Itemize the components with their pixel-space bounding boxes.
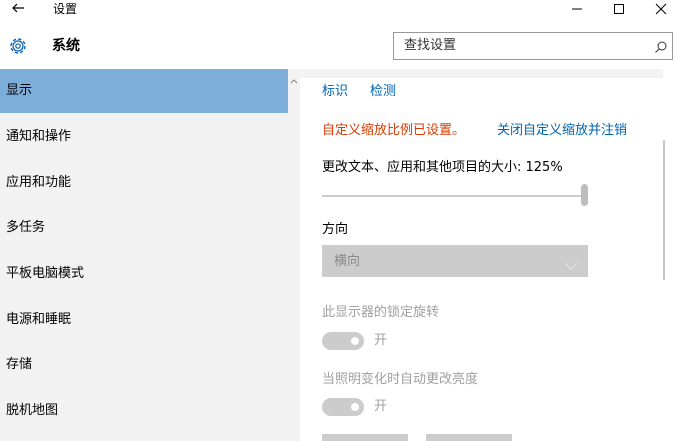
sidebar-item-label: 脱机地图 xyxy=(6,403,59,418)
sidebar-item-label: 显示 xyxy=(6,83,33,98)
scroll-up-arrow-icon[interactable] xyxy=(289,70,299,84)
auto-brightness-label: 当照明变化时自动更改亮度 xyxy=(322,372,479,387)
display-preview-strip xyxy=(300,69,663,78)
minimize-button[interactable] xyxy=(561,0,593,24)
title-bar: 设置 xyxy=(0,0,676,30)
identify-link[interactable]: 标识 xyxy=(322,83,348,100)
search-icon[interactable] xyxy=(654,39,668,53)
sidebar: 显示 通知和操作 应用和功能 多任务 平板电脑模式 电源和睡眠 存储 脱机地图 xyxy=(0,69,288,441)
scale-label: 更改文本、应用和其他项目的大小: 125% xyxy=(322,160,563,175)
detect-link[interactable]: 检测 xyxy=(370,83,396,100)
sidebar-item-label: 多任务 xyxy=(6,220,46,235)
cancel-button[interactable] xyxy=(426,434,512,441)
rotation-lock-toggle[interactable] xyxy=(322,332,364,350)
search-input[interactable]: 查找设置 xyxy=(393,32,673,60)
toggle-knob xyxy=(351,403,359,411)
rotation-lock-state: 开 xyxy=(374,333,388,348)
content-scrollbar[interactable] xyxy=(663,140,665,280)
orientation-label: 方向 xyxy=(322,222,349,237)
custom-scaling-warning: 自定义缩放比例已设置。 xyxy=(322,123,466,138)
sidebar-item-display[interactable]: 显示 xyxy=(0,69,288,113)
back-button[interactable] xyxy=(7,0,31,24)
sidebar-item-offline-maps[interactable]: 脱机地图 xyxy=(0,389,288,433)
back-arrow-icon xyxy=(12,3,24,13)
sidebar-item-label: 平板电脑模式 xyxy=(6,266,85,281)
scale-slider[interactable] xyxy=(322,195,582,197)
sidebar-item-multitasking[interactable]: 多任务 xyxy=(0,206,288,250)
search-placeholder: 查找设置 xyxy=(404,38,457,53)
scale-slider-thumb[interactable] xyxy=(581,184,588,206)
sidebar-item-label: 通知和操作 xyxy=(6,129,72,144)
minimize-icon xyxy=(572,8,582,10)
rotation-lock-label: 此显示器的锁定旋转 xyxy=(322,305,440,320)
auto-brightness-state: 开 xyxy=(374,399,388,414)
sidebar-item-notifications[interactable]: 通知和操作 xyxy=(0,115,288,159)
gear-icon xyxy=(6,34,30,58)
maximize-icon xyxy=(614,4,624,14)
close-button[interactable] xyxy=(645,0,676,24)
page-title: 系统 xyxy=(52,38,80,54)
sidebar-item-label: 电源和睡眠 xyxy=(6,312,72,327)
apply-button[interactable] xyxy=(322,434,408,441)
sidebar-item-storage[interactable]: 存储 xyxy=(0,343,288,387)
turn-off-custom-scaling-link[interactable]: 关闭自定义缩放并注销 xyxy=(497,122,627,139)
close-icon xyxy=(655,3,667,15)
auto-brightness-toggle[interactable] xyxy=(322,398,364,416)
toggle-knob xyxy=(351,337,359,345)
orientation-dropdown[interactable]: 横向 xyxy=(322,245,588,277)
sidebar-item-apps[interactable]: 应用和功能 xyxy=(0,161,288,205)
sidebar-item-label: 存储 xyxy=(6,357,33,372)
orientation-value: 横向 xyxy=(334,254,361,269)
window-title: 设置 xyxy=(53,2,78,16)
sidebar-item-label: 应用和功能 xyxy=(6,175,72,190)
sidebar-item-tablet-mode[interactable]: 平板电脑模式 xyxy=(0,252,288,296)
sidebar-scrollbar[interactable] xyxy=(288,69,300,441)
maximize-button[interactable] xyxy=(603,0,635,24)
sidebar-item-power-sleep[interactable]: 电源和睡眠 xyxy=(0,298,288,342)
display-settings-panel: 标识 检测 自定义缩放比例已设置。 关闭自定义缩放并注销 更改文本、应用和其他项… xyxy=(300,69,676,441)
chevron-down-icon xyxy=(564,256,578,270)
